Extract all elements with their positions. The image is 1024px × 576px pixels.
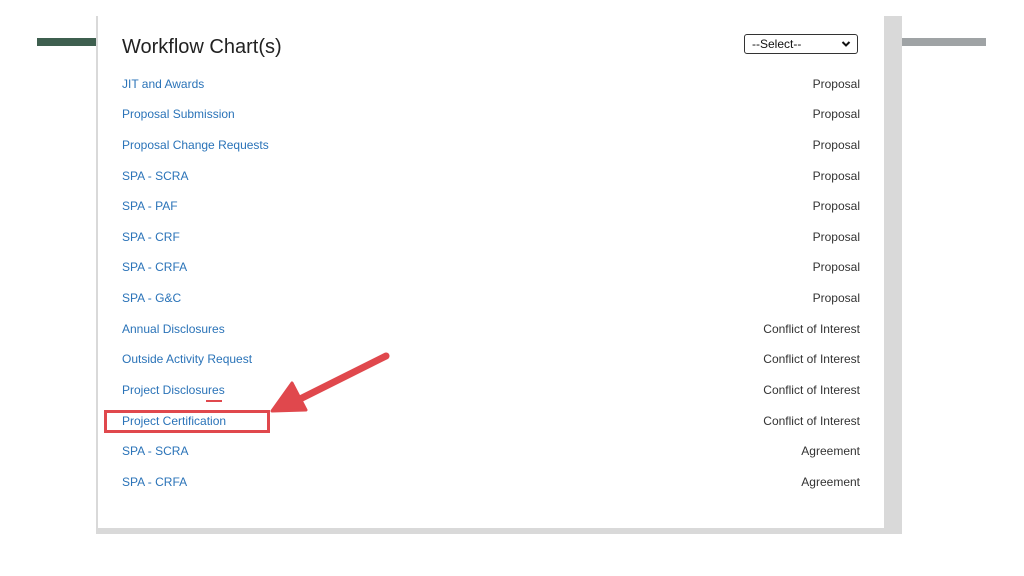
annotation-arrow-icon: [270, 352, 390, 413]
